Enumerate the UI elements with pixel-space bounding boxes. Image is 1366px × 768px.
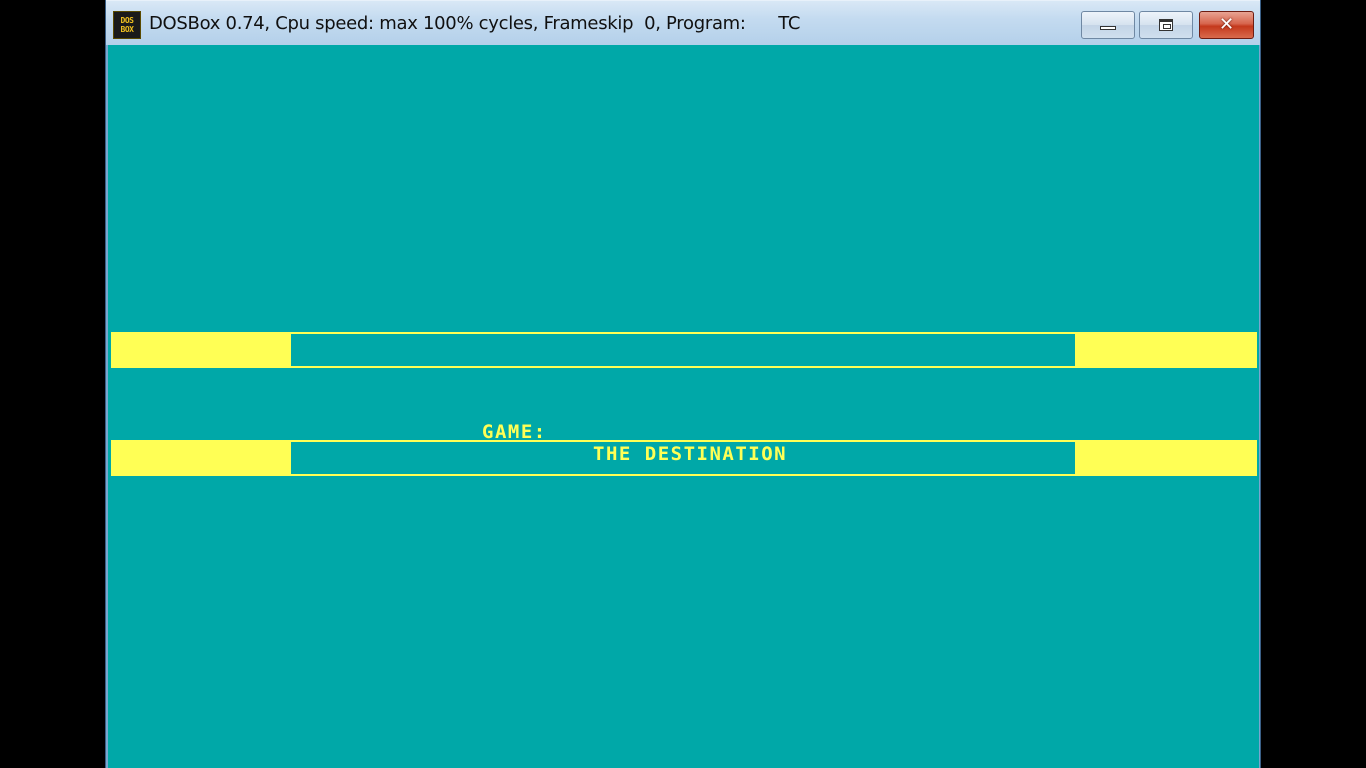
top-right-yellow-bar — [1077, 332, 1257, 368]
minimize-icon — [1100, 26, 1116, 30]
window-title: DOSBox 0.74, Cpu speed: max 100% cycles,… — [149, 13, 801, 34]
maximize-icon — [1159, 19, 1173, 31]
close-button[interactable]: ✕ — [1199, 11, 1254, 39]
minimize-button[interactable] — [1081, 11, 1135, 39]
maximize-button[interactable] — [1139, 11, 1193, 39]
top-center-frame — [289, 332, 1077, 368]
app-icon-line-2: BOX — [120, 25, 134, 34]
dosbox-window: DOS BOX DOSBox 0.74, Cpu speed: max 100%… — [105, 0, 1261, 768]
title-bar[interactable]: DOS BOX DOSBox 0.74, Cpu speed: max 100%… — [106, 0, 1260, 45]
bottom-center-frame — [289, 440, 1077, 476]
dosbox-app-icon[interactable]: DOS BOX — [113, 11, 141, 39]
bottom-right-yellow-bar — [1077, 440, 1257, 476]
bottom-left-yellow-bar — [111, 440, 291, 476]
close-icon: ✕ — [1218, 14, 1235, 35]
app-icon-line-1: DOS — [120, 16, 134, 25]
dos-screen[interactable]: GAME: THE DESTINATION — [108, 45, 1259, 768]
top-left-yellow-bar — [111, 332, 291, 368]
